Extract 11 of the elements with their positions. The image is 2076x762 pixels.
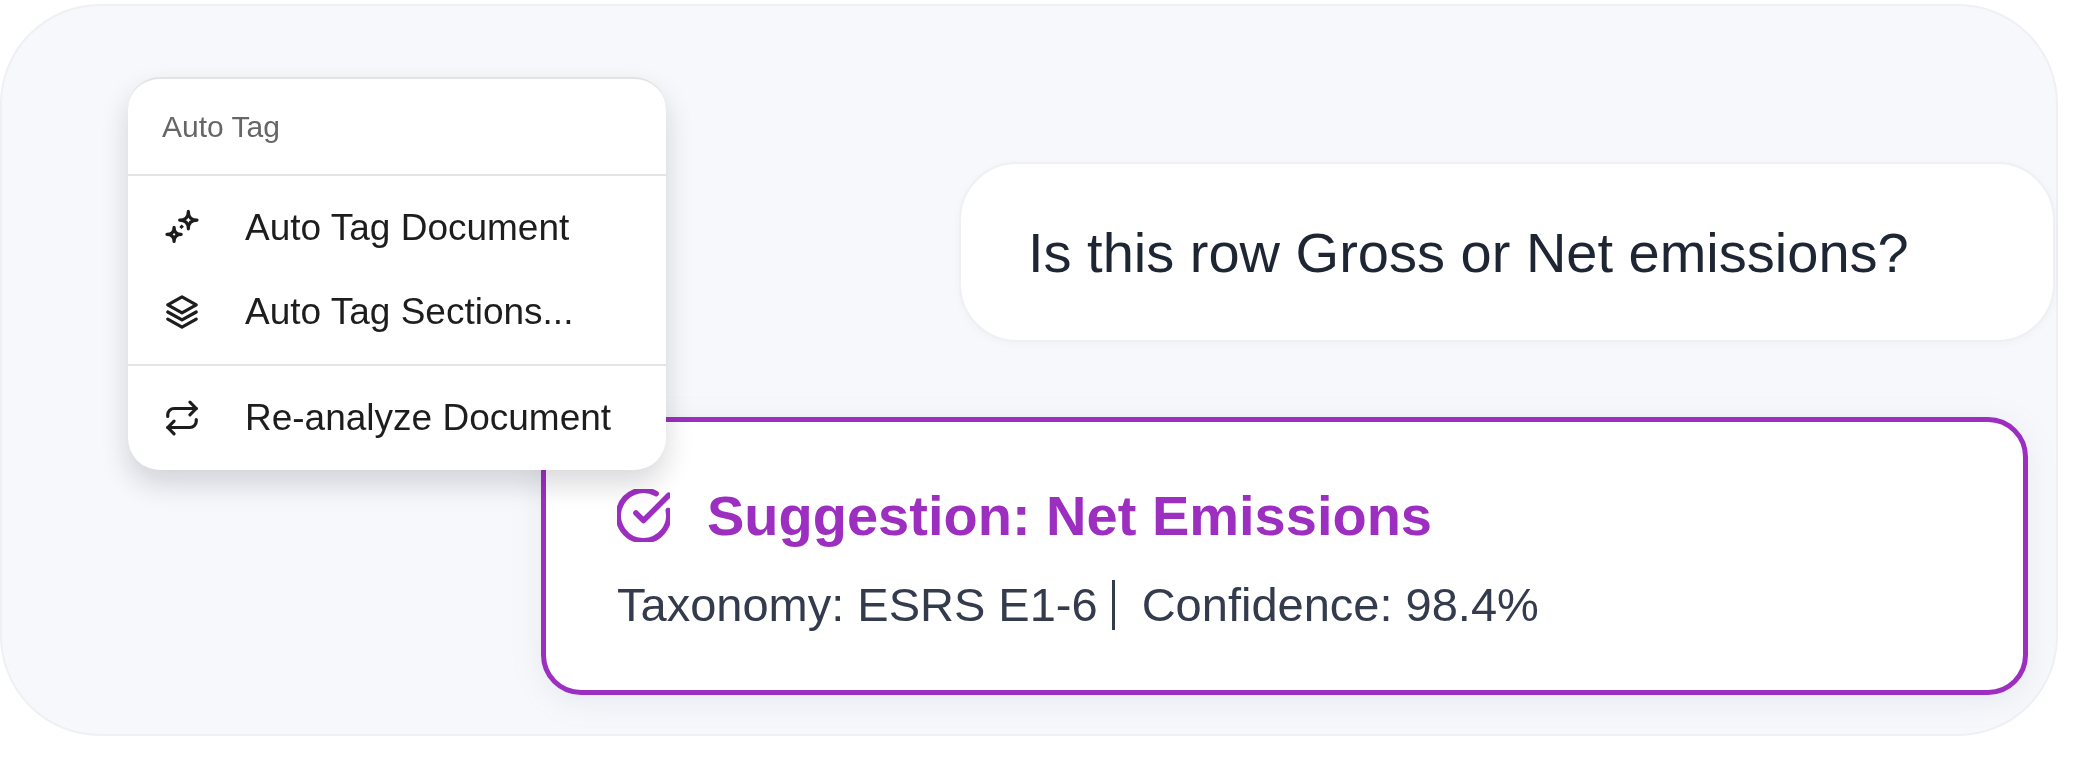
question-text: Is this row Gross or Net emissions? — [1028, 219, 1909, 285]
taxonomy-text: Taxonomy: ESRS E1-6 — [617, 577, 1098, 634]
repeat-icon — [163, 399, 201, 437]
menu-item[interactable]: Auto Tag Document — [128, 186, 666, 270]
menu-item[interactable]: Re-analyze Document — [128, 376, 666, 460]
confidence-text: Confidence: 98.4% — [1141, 577, 1539, 634]
menu-header: Auto Tag — [162, 109, 280, 144]
suggestion-title: Suggestion: Net Emissions — [707, 483, 1432, 549]
check-circle-icon — [617, 489, 670, 543]
menu-item[interactable]: Auto Tag Sections... — [128, 270, 666, 354]
layers-icon — [163, 293, 201, 331]
